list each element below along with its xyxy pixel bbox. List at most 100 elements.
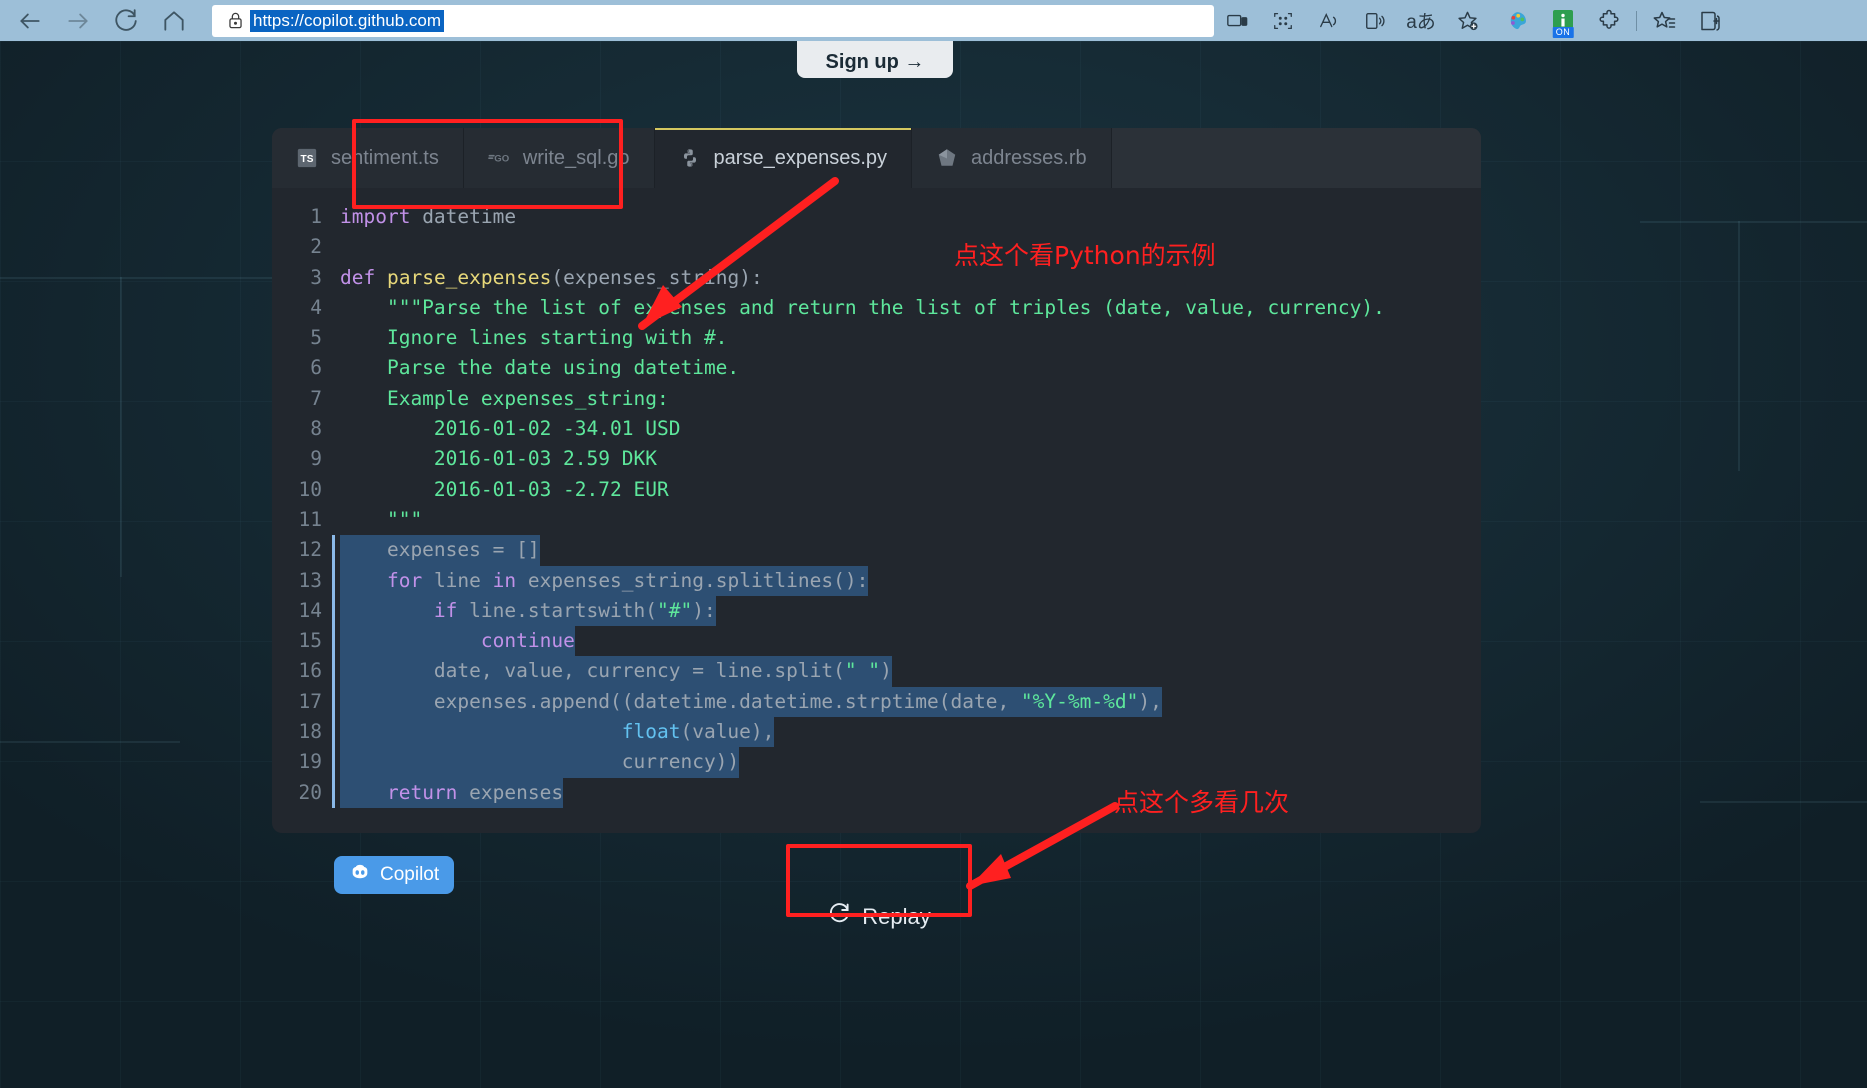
code-token: if [433, 598, 458, 622]
code-line: 5 Ignore lines starting with #. [272, 323, 1481, 353]
translate-icon[interactable]: aあ [1398, 2, 1444, 40]
line-number: 5 [310, 326, 322, 350]
code-token: currency)) [340, 750, 740, 774]
code-token: parse_expenses [386, 265, 552, 289]
copilot-badge-label: Copilot [380, 864, 440, 885]
back-icon[interactable] [6, 2, 54, 40]
address-bar[interactable]: https://copilot.github.com [212, 4, 1214, 37]
code-line: 10 2016-01-03 -2.72 EUR [272, 475, 1481, 505]
code-line-text: if line.startswith("#"): [340, 595, 716, 627]
code-token: """Parse the list of expenses and return… [340, 295, 1385, 319]
extension-on-badge: ON [1552, 26, 1574, 38]
replay-button[interactable]: Replay [790, 886, 968, 948]
code-line-text: date, value, currency = line.split(" ") [340, 656, 892, 687]
code-line: 3 def parse_expenses(expenses_string): [272, 263, 1481, 293]
code-line-text: expenses = [] [340, 535, 540, 566]
code-viewer[interactable]: 1 import datetime 2 3 def parse_expenses(exp… [272, 188, 1481, 808]
code-line: 12 expenses = [] [272, 535, 1481, 566]
puzzle-extensions-icon[interactable] [1586, 2, 1632, 40]
line-number: 10 [298, 477, 322, 501]
code-token: def [340, 265, 376, 289]
editor-tabstrip: TS sentiment.ts GO write_sql.go parse_expens… [272, 128, 1481, 188]
code-token: expenses [457, 780, 564, 804]
replay-button-label: Replay [862, 904, 931, 929]
immersive-reader-icon[interactable] [1352, 2, 1398, 40]
code-line-text: float(value), [340, 717, 775, 748]
forward-icon[interactable] [54, 2, 102, 40]
line-number: 15 [298, 629, 322, 653]
selection-indicator [332, 656, 335, 687]
code-token: line.startswith( [457, 598, 657, 622]
code-token: float [621, 720, 681, 744]
code-line-text: """ [340, 505, 422, 535]
code-token: expenses_string.splitlines(): [516, 568, 869, 592]
code-line-text: Example expenses_string: [340, 384, 669, 414]
code-line-text: 2016-01-02 -34.01 USD [340, 414, 681, 444]
code-line-text: Ignore lines starting with #. [340, 323, 727, 353]
read-aloud-icon[interactable] [1306, 2, 1352, 40]
line-number: 4 [310, 295, 322, 319]
code-token: date, value, currency = line.split( [340, 659, 845, 683]
line-number: 2 [310, 235, 322, 259]
selection-indicator [332, 595, 335, 627]
home-icon[interactable] [150, 2, 198, 40]
line-number: 20 [298, 780, 322, 804]
code-token: datetime [410, 205, 517, 228]
code-line-text: """Parse the list of expenses and return… [340, 293, 1385, 323]
address-bar-url[interactable]: https://copilot.github.com [250, 9, 445, 32]
copilot-logo-icon [349, 861, 371, 889]
code-line: 20 return expenses [272, 777, 1481, 808]
code-line: 7 Example expenses_string: [272, 384, 1481, 414]
add-favorite-icon[interactable] [1444, 2, 1490, 40]
typescript-file-icon: TS [296, 147, 318, 169]
code-line-text: 2016-01-03 -2.72 EUR [340, 475, 669, 505]
editor-tab-label: sentiment.ts [331, 146, 439, 169]
background-accent-line-5 [0, 741, 180, 743]
favorites-icon[interactable] [1641, 2, 1687, 40]
background-accent-line-4 [120, 277, 122, 577]
code-token: return [386, 780, 458, 804]
code-line: 6 Parse the date using datetime. [272, 353, 1481, 383]
collections-icon[interactable] [1687, 2, 1733, 40]
browser-toolbar: https://copilot.github.com aあ ON [0, 0, 1867, 41]
color-palette-extension-icon[interactable] [1494, 2, 1540, 40]
svg-text:GO: GO [494, 154, 509, 165]
info-on-extension-icon[interactable]: ON [1540, 2, 1586, 40]
device-cast-icon[interactable] [1214, 2, 1260, 40]
line-number: 14 [298, 598, 322, 622]
python-file-icon [679, 147, 701, 169]
code-token: continue [480, 629, 575, 653]
code-line-text: def parse_expenses(expenses_string): [340, 263, 763, 293]
line-number: 18 [298, 720, 322, 744]
code-token: for [386, 568, 423, 592]
browser-extensions: ON [1494, 0, 1733, 41]
editor-tab-write-sql-go[interactable]: GO write_sql.go [463, 128, 655, 188]
qr-code-icon[interactable] [1260, 2, 1306, 40]
code-line-text: Parse the date using datetime. [340, 353, 739, 383]
code-token: "#" [657, 598, 693, 622]
code-token: ), [1138, 689, 1162, 713]
code-line: 11 """ [272, 505, 1481, 535]
line-number: 17 [298, 689, 322, 713]
editor-tab-parse-expenses-py[interactable]: parse_expenses.py [654, 128, 912, 188]
line-number: 9 [310, 447, 322, 471]
code-line: 8 2016-01-02 -34.01 USD [272, 414, 1481, 444]
ruby-file-icon [936, 147, 958, 169]
background-accent-line-6 [1700, 801, 1867, 803]
code-line-text: currency)) [340, 747, 740, 778]
refresh-icon[interactable] [102, 2, 150, 40]
code-token: expenses = [] [340, 538, 540, 562]
go-file-icon: GO [487, 147, 510, 169]
sign-up-button[interactable]: Sign up → [797, 41, 953, 78]
editor-tab-label: write_sql.go [522, 146, 630, 169]
editor-tab-sentiment-ts[interactable]: TS sentiment.ts [272, 128, 464, 188]
editor-tab-addresses-rb[interactable]: addresses.rb [912, 128, 1112, 188]
code-line: 15 continue [272, 626, 1481, 657]
copilot-badge: Copilot [334, 856, 455, 894]
line-number: 3 [310, 265, 322, 289]
lock-icon [220, 11, 250, 30]
code-line: 13 for line in expenses_string.splitline… [272, 565, 1481, 596]
